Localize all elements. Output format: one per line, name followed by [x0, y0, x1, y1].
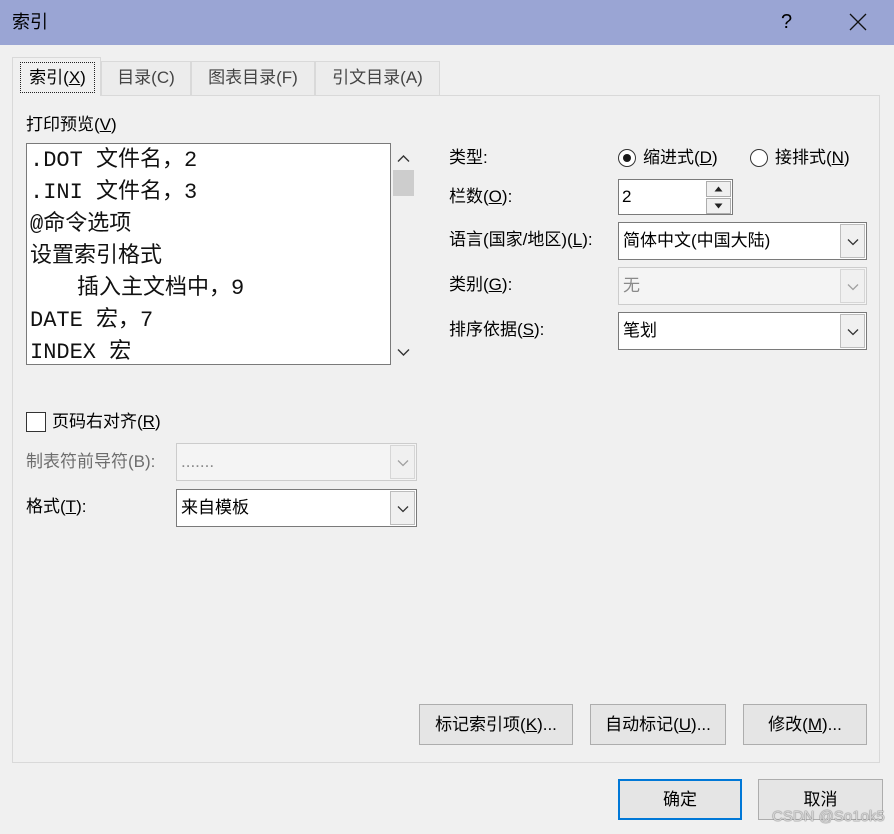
- chevron-down-icon: [847, 284, 859, 291]
- preview-line: 设置索引格式: [30, 244, 163, 269]
- chevron-down-icon: [847, 239, 859, 246]
- mark-entry-button[interactable]: 标记索引项(K)...: [419, 704, 573, 745]
- indented-radio-label[interactable]: 缩进式(D): [643, 146, 718, 170]
- access-key: K: [525, 715, 538, 734]
- chevron-up-icon[interactable]: [397, 154, 410, 163]
- formats-value: 来自模板: [181, 498, 249, 517]
- radio-dot: [623, 154, 631, 162]
- run-in-radio-label[interactable]: 接排式(N): [775, 146, 850, 170]
- language-select[interactable]: 简体中文(中国大陆): [618, 222, 867, 260]
- dropdown-button[interactable]: [390, 445, 415, 479]
- chevron-down-icon: [847, 329, 859, 336]
- columns-value[interactable]: 2: [622, 180, 631, 214]
- tab-toc[interactable]: 目录(C): [101, 61, 191, 95]
- sort-by-select[interactable]: 笔划: [618, 312, 867, 350]
- tab-leader-label: 制表符前导符(B):: [26, 452, 156, 471]
- preview-line: INDEX 宏: [30, 340, 132, 365]
- close-icon[interactable]: [849, 13, 867, 31]
- category-value: 无: [623, 276, 640, 295]
- tab-toc-label: 目录(C): [117, 68, 175, 87]
- preview-line: 插入主文档中，9: [77, 276, 245, 301]
- category-select[interactable]: 无: [618, 267, 867, 305]
- access-key: M: [807, 715, 822, 734]
- tab-table-of-figures[interactable]: 图表目录(F): [191, 61, 315, 95]
- access-key: N: [831, 148, 844, 167]
- focus-rect: 索引(X): [20, 62, 95, 93]
- chevron-down-icon: [397, 506, 409, 513]
- dropdown-button[interactable]: [390, 491, 415, 525]
- tab-table-of-figures-label: 图表目录(F): [208, 68, 298, 87]
- dropdown-button[interactable]: [840, 224, 865, 258]
- language-label: 语言(国家/地区)(L):: [449, 230, 593, 249]
- modify-button[interactable]: 修改(M)...: [743, 704, 867, 745]
- preview-scrollbar[interactable]: [391, 144, 416, 365]
- tab-index-label: 索引(X): [29, 68, 86, 87]
- dropdown-button[interactable]: [840, 269, 865, 303]
- stepper-down-button[interactable]: [706, 198, 731, 214]
- scrollbar-thumb[interactable]: [393, 170, 414, 196]
- stepper-up-button[interactable]: [706, 181, 731, 197]
- window-title: 索引: [12, 12, 48, 32]
- access-key: R: [142, 412, 155, 431]
- formats-label: 格式(T):: [26, 497, 87, 516]
- title-bar: [0, 0, 894, 45]
- tab-table-of-authorities[interactable]: 引文目录(A): [315, 61, 440, 95]
- preview-line: .INI 文件名，3: [30, 180, 198, 205]
- triangle-up-icon: [714, 186, 723, 192]
- access-key: X: [68, 68, 81, 87]
- run-in-radio[interactable]: [750, 149, 768, 167]
- dropdown-button[interactable]: [840, 314, 865, 348]
- access-key: V: [99, 115, 112, 134]
- access-key: D: [699, 148, 712, 167]
- preview-line: .DOT 文件名，2: [30, 148, 198, 173]
- access-key: U: [678, 715, 692, 734]
- access-key: O: [488, 187, 502, 206]
- sort-by-value: 笔划: [623, 321, 657, 340]
- auto-mark-button[interactable]: 自动标记(U)...: [590, 704, 726, 745]
- type-label: 类型:: [449, 148, 488, 167]
- chevron-down-icon: [397, 460, 409, 467]
- tab-leader-select[interactable]: .......: [176, 443, 417, 481]
- help-button[interactable]: ?: [781, 9, 792, 35]
- indented-radio[interactable]: [618, 149, 636, 167]
- access-key: S: [522, 320, 535, 339]
- print-preview-label: 打印预览(V): [26, 115, 117, 134]
- language-value: 简体中文(中国大陆): [623, 231, 771, 250]
- sort-by-label: 排序依据(S):: [449, 320, 545, 339]
- access-key: G: [488, 275, 502, 294]
- watermark: CSDN @So1ok5: [772, 808, 885, 825]
- category-label: 类别(G):: [449, 275, 513, 294]
- access-key: L: [572, 230, 583, 249]
- formats-select[interactable]: 来自模板: [176, 489, 417, 527]
- preview-line: @命令选项: [30, 212, 132, 237]
- triangle-down-icon: [714, 203, 723, 209]
- tab-leader-value: .......: [181, 452, 215, 471]
- tab-index[interactable]: 索引(X): [12, 57, 101, 96]
- ok-button[interactable]: 确定: [618, 779, 742, 820]
- print-preview-box[interactable]: .DOT 文件名，2 .INI 文件名，3 @命令选项 设置索引格式 插入主文档…: [26, 143, 391, 365]
- columns-label: 栏数(O):: [449, 187, 513, 206]
- chevron-down-icon[interactable]: [397, 348, 410, 357]
- right-align-label[interactable]: 页码右对齐(R): [52, 410, 161, 434]
- preview-line: DATE 宏，7: [30, 308, 154, 333]
- access-key: T: [65, 497, 77, 516]
- right-align-checkbox[interactable]: [26, 412, 46, 432]
- tab-table-of-authorities-label: 引文目录(A): [332, 68, 423, 87]
- columns-stepper[interactable]: 2: [618, 179, 733, 215]
